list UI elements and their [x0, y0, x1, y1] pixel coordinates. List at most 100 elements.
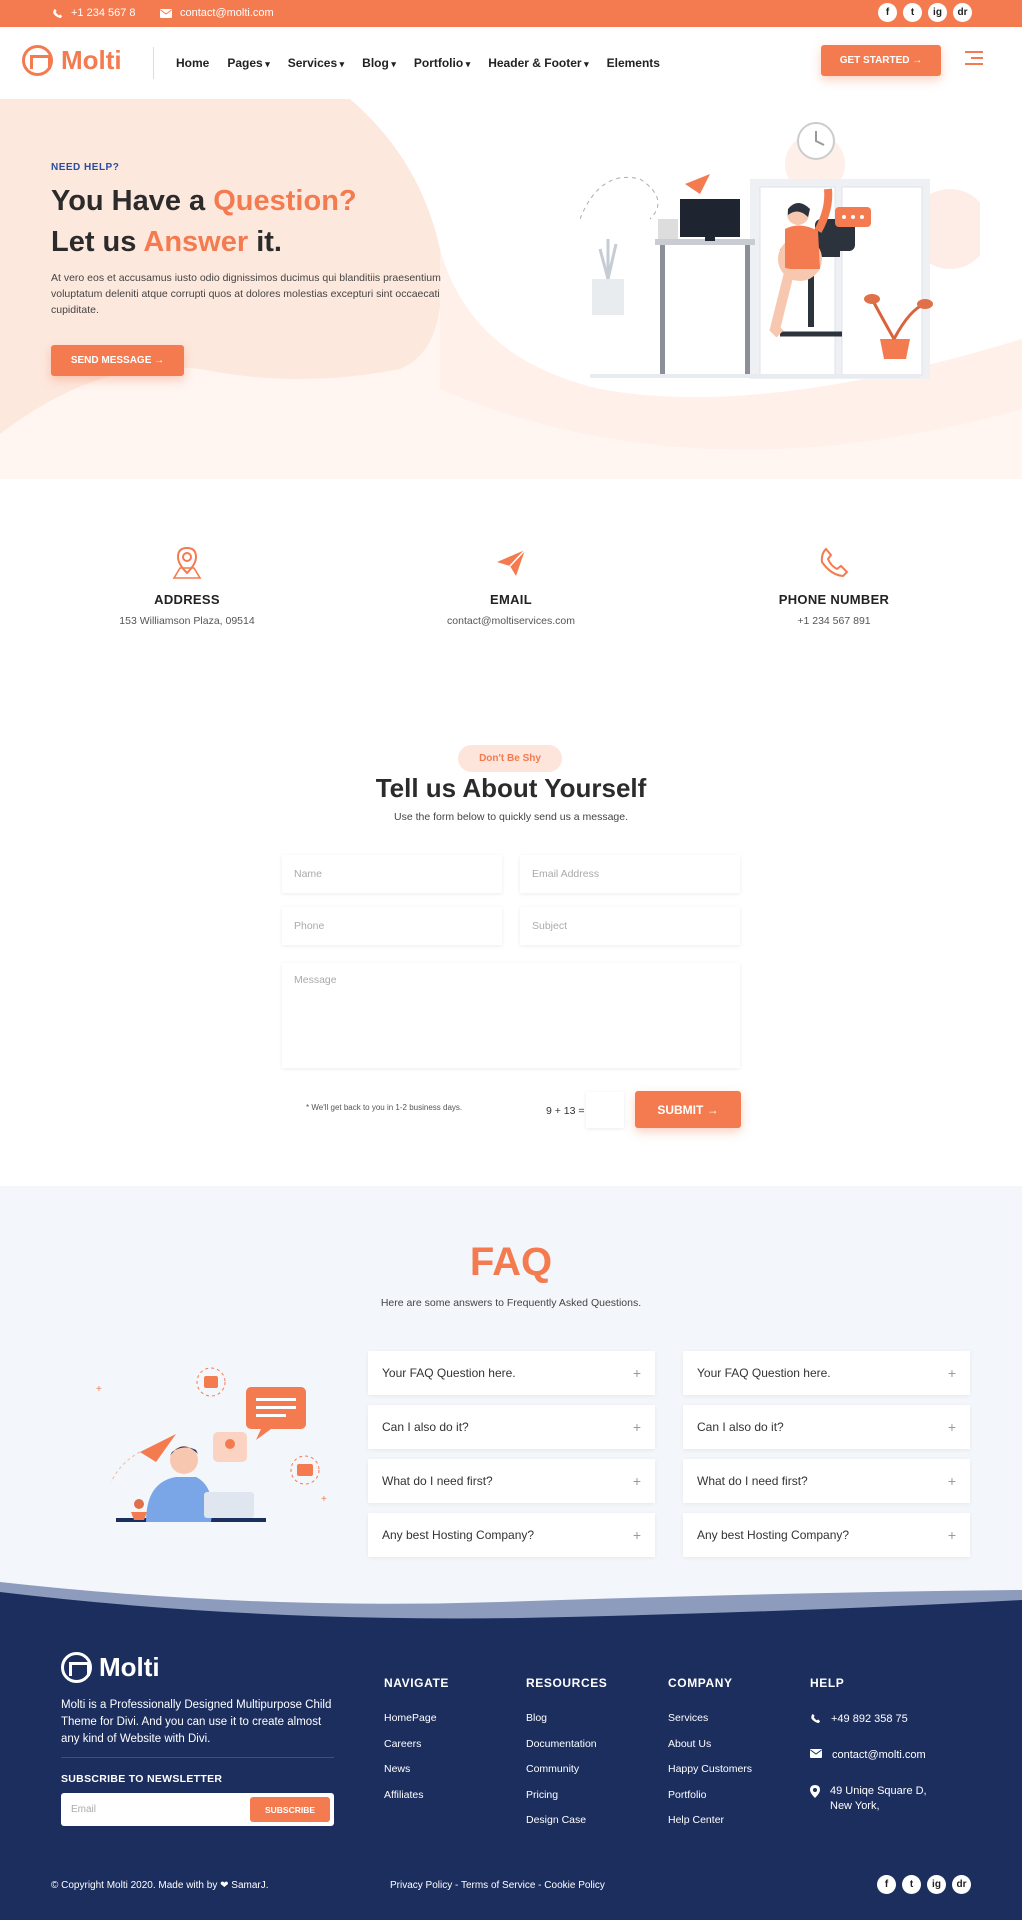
- submit-button[interactable]: SUBMIT →: [635, 1091, 741, 1128]
- footer-logo[interactable]: Molti: [61, 1652, 160, 1683]
- office-illustration: [580, 122, 980, 379]
- faq-title: FAQ: [469, 1240, 553, 1284]
- phone-icon: [53, 8, 63, 18]
- form-note: * We'll get back to you in 1-2 business …: [306, 1103, 463, 1112]
- footer-col-title: NAVIGATE: [384, 1676, 450, 1690]
- footer-link[interactable]: Design Case: [526, 1814, 607, 1826]
- name-field[interactable]: [282, 855, 502, 893]
- subject-field[interactable]: [520, 907, 740, 945]
- footer-logo-text: Molti: [99, 1652, 160, 1682]
- faq-question: Can I also do it?: [382, 1420, 469, 1434]
- plus-icon: +: [947, 1527, 956, 1543]
- footer-link[interactable]: About Us: [668, 1738, 752, 1750]
- site-logo[interactable]: Molti: [22, 45, 122, 76]
- nav-portfolio[interactable]: Portfolio: [414, 56, 470, 70]
- topbar-phone-text: +1 234 567 8: [71, 7, 136, 19]
- dribbble-icon[interactable]: dr: [952, 1875, 971, 1894]
- captcha-input[interactable]: [586, 1092, 624, 1128]
- instagram-icon[interactable]: ig: [927, 1875, 946, 1894]
- faq-item[interactable]: What do I need first? +: [368, 1459, 655, 1503]
- footer-link[interactable]: News: [384, 1763, 449, 1775]
- footer-link[interactable]: Community: [526, 1763, 607, 1775]
- send-message-button[interactable]: SEND MESSAGE →: [51, 345, 184, 376]
- nav-blog[interactable]: Blog: [362, 56, 396, 70]
- footer-link[interactable]: Happy Customers: [668, 1763, 752, 1775]
- footer-link[interactable]: Help Center: [668, 1814, 752, 1826]
- phone-field[interactable]: [282, 907, 502, 945]
- footer-link[interactable]: Careers: [384, 1738, 449, 1750]
- dribbble-icon[interactable]: dr: [953, 3, 972, 22]
- form-subtitle: Use the form below to quickly send us a …: [393, 811, 629, 823]
- faq-question: What do I need first?: [697, 1474, 808, 1488]
- contact-phone-title: PHONE NUMBER: [778, 592, 890, 607]
- faq-subtitle: Here are some answers to Frequently Aske…: [380, 1297, 642, 1309]
- footer-link[interactable]: Pricing: [526, 1789, 607, 1801]
- instagram-icon[interactable]: ig: [928, 3, 947, 22]
- faq-item[interactable]: Can I also do it? +: [368, 1405, 655, 1449]
- footer-link[interactable]: Services: [668, 1712, 752, 1724]
- contact-address-value: 153 Williamson Plaza, 09514: [119, 615, 255, 627]
- contact-phone: PHONE NUMBER +1 234 567 891: [709, 544, 959, 627]
- hero-section: NEED HELP? You Have a Question? Let us A…: [0, 99, 1022, 479]
- twitter-icon[interactable]: t: [902, 1875, 921, 1894]
- nav-header-footer[interactable]: Header & Footer: [488, 56, 588, 70]
- plus-icon: +: [632, 1527, 641, 1543]
- legal-links[interactable]: Privacy Policy - Terms of Service - Cook…: [390, 1880, 605, 1891]
- captcha-question: 9 + 13 =: [546, 1105, 585, 1117]
- hero-title: You Have a Question? Let us Answer it.: [51, 181, 357, 263]
- plus-icon: +: [947, 1473, 956, 1489]
- footer-divider: [61, 1757, 334, 1758]
- footer-link[interactable]: HomePage: [384, 1712, 449, 1724]
- contact-phone-value[interactable]: +1 234 567 891: [709, 615, 959, 627]
- footer-link[interactable]: Affiliates: [384, 1789, 449, 1801]
- facebook-icon[interactable]: f: [877, 1875, 896, 1894]
- faq-item[interactable]: Can I also do it? +: [683, 1405, 970, 1449]
- email-field[interactable]: [520, 855, 740, 893]
- help-email[interactable]: contact@molti.com: [810, 1748, 940, 1763]
- subscribe-button[interactable]: SUBSCRIBE: [250, 1797, 330, 1822]
- faq-item[interactable]: Any best Hosting Company? +: [368, 1513, 655, 1557]
- footer-link[interactable]: Blog: [526, 1712, 607, 1724]
- help-phone-text: +49 892 358 75: [831, 1713, 908, 1725]
- footer-col-company: COMPANY Services About Us Happy Customer…: [668, 1676, 752, 1840]
- footer-social: f t ig dr: [877, 1875, 971, 1894]
- faq-item[interactable]: What do I need first? +: [683, 1459, 970, 1503]
- faq-item[interactable]: Your FAQ Question here. +: [368, 1351, 655, 1395]
- nav-home[interactable]: Home: [176, 56, 209, 70]
- get-started-button[interactable]: GET STARTED →: [821, 45, 941, 76]
- help-email-text: contact@molti.com: [832, 1749, 926, 1761]
- mail-icon: [160, 8, 172, 18]
- nav-services[interactable]: Services: [288, 56, 344, 70]
- footer-col-navigate: NAVIGATE HomePage Careers News Affiliate…: [384, 1676, 449, 1814]
- menu-icon[interactable]: [965, 51, 983, 69]
- help-address: 49 Uniqe Square D, New York,: [810, 1784, 940, 1814]
- help-phone[interactable]: +49 892 358 75: [810, 1712, 940, 1727]
- newsletter-email-input[interactable]: [71, 1801, 231, 1818]
- faq-item[interactable]: Any best Hosting Company? +: [683, 1513, 970, 1557]
- faq-item[interactable]: Your FAQ Question here. +: [683, 1351, 970, 1395]
- nav-pages[interactable]: Pages: [227, 56, 269, 70]
- facebook-icon[interactable]: f: [878, 3, 897, 22]
- topbar-social: f t ig dr: [878, 3, 972, 22]
- twitter-icon[interactable]: t: [903, 3, 922, 22]
- message-field[interactable]: [282, 963, 740, 1068]
- footer-col-title: COMPANY: [668, 1676, 733, 1690]
- contact-address-title: ADDRESS: [154, 592, 220, 607]
- faq-question: What do I need first?: [382, 1474, 493, 1488]
- main-nav: Home Pages Services Blog Portfolio Heade…: [176, 56, 660, 70]
- copyright: © Copyright Molti 2020. Made with by ❤ S…: [51, 1880, 269, 1891]
- contact-email-value[interactable]: contact@moltiservices.com: [386, 615, 636, 627]
- top-bar: +1 234 567 8 contact@molti.com f t ig dr: [0, 0, 1022, 27]
- logo-mark-icon: [61, 1652, 92, 1683]
- plus-icon: +: [632, 1473, 641, 1489]
- location-pin-icon: [172, 546, 202, 579]
- topbar-phone[interactable]: +1 234 567 8: [52, 7, 136, 19]
- plus-icon: +: [947, 1419, 956, 1435]
- newsletter-title: SUBSCRIBE TO NEWSLETTER: [61, 1773, 223, 1785]
- topbar-email[interactable]: contact@molti.com: [160, 7, 274, 19]
- nav-elements[interactable]: Elements: [607, 56, 660, 70]
- dont-be-shy-badge: Don't Be Shy: [458, 745, 562, 772]
- footer-link[interactable]: Portfolio: [668, 1789, 752, 1801]
- footer-link[interactable]: Documentation: [526, 1738, 607, 1750]
- footer-col-help: HELP +49 892 358 75 contact@molti.com 49…: [810, 1676, 940, 1835]
